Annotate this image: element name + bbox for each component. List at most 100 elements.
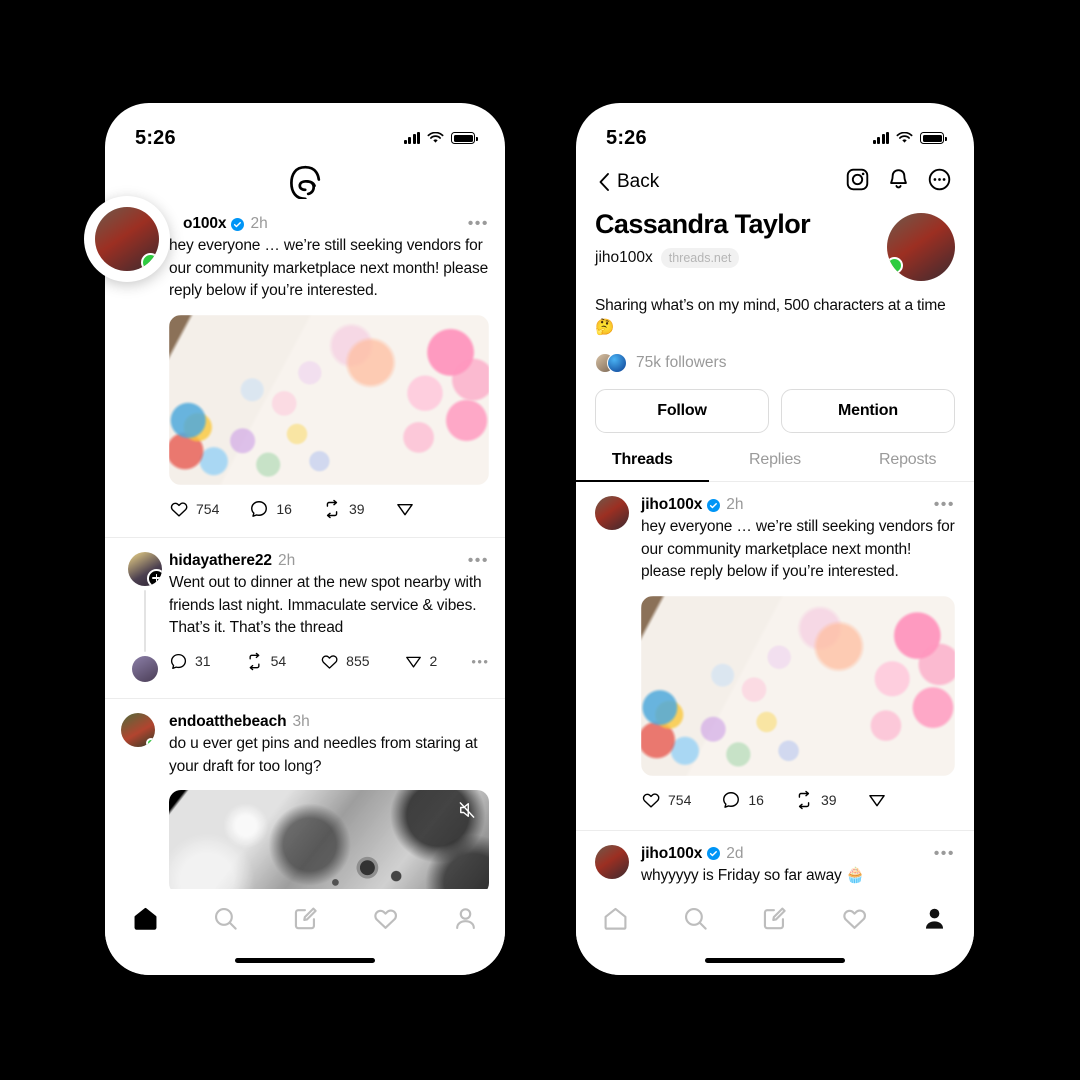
profile-icon — [455, 908, 475, 930]
post-media-image[interactable] — [641, 595, 955, 776]
profile-bio: Sharing what’s on my mind, 500 character… — [595, 297, 946, 336]
tab-home[interactable] — [602, 905, 629, 937]
followers-row[interactable]: 75k followers — [576, 339, 974, 389]
more-options-icon[interactable]: ••• — [468, 552, 489, 569]
tab-threads[interactable]: Threads — [576, 451, 709, 482]
comment-button[interactable]: 31 — [169, 652, 211, 671]
repost-button[interactable]: 54 — [245, 652, 287, 671]
avatar[interactable] — [95, 207, 159, 271]
tab-profile[interactable] — [921, 905, 948, 937]
profile-action-buttons: Follow Mention — [576, 389, 974, 433]
status-time: 5:26 — [606, 126, 647, 149]
tab-activity[interactable] — [372, 905, 399, 937]
notifications-button[interactable] — [886, 167, 911, 197]
tab-activity[interactable] — [841, 905, 868, 937]
follow-plus-icon[interactable] — [147, 568, 162, 586]
heart-icon — [843, 909, 867, 929]
avatar[interactable] — [595, 844, 629, 879]
screenshot-stage: 5:26 o100x 2h ••• hey everyone … we’re s… — [0, 0, 1080, 1080]
feed-post-1[interactable]: o100x 2h ••• hey everyone … we’re still … — [121, 211, 489, 529]
post-timestamp: 2h — [250, 215, 268, 232]
post-timestamp: 2h — [726, 496, 744, 513]
tab-reposts[interactable]: Reposts — [841, 451, 974, 481]
verified-badge-icon — [231, 217, 245, 231]
comment-count: 16 — [276, 500, 292, 517]
profile-post-1[interactable]: jiho100x 2h ••• hey everyone … we’re sti… — [595, 482, 955, 820]
profile-handle: jiho100x — [595, 249, 653, 266]
share-button[interactable]: 2 — [404, 652, 437, 671]
post-media-image[interactable] — [169, 314, 489, 485]
heart-icon — [373, 909, 397, 929]
tab-profile[interactable] — [452, 905, 479, 937]
muted-speaker-icon[interactable] — [457, 800, 477, 820]
profile-post-2[interactable]: jiho100x 2d ••• whyyyyy is Friday so far… — [595, 831, 955, 898]
tab-search[interactable] — [682, 905, 709, 937]
post-media-video[interactable] — [169, 790, 489, 896]
follow-button[interactable]: Follow — [595, 389, 769, 433]
feed-list: o100x 2h ••• hey everyone … we’re still … — [105, 211, 505, 905]
post-timestamp: 2d — [726, 844, 744, 862]
share-button[interactable] — [867, 790, 887, 810]
profile-icon — [925, 908, 943, 929]
tab-compose[interactable] — [292, 905, 319, 937]
like-button[interactable]: 754 — [169, 499, 219, 519]
avatar[interactable] — [595, 496, 629, 530]
repost-button[interactable]: 39 — [322, 499, 365, 519]
wifi-icon — [427, 132, 444, 143]
repost-count: 39 — [348, 500, 365, 517]
profile-handle-row: jiho100x threads.net — [595, 248, 887, 268]
comment-button[interactable]: 16 — [721, 790, 764, 810]
avatar[interactable] — [128, 551, 162, 586]
post-username[interactable]: endoatthebeach — [169, 713, 287, 731]
floating-avatar-bubble[interactable] — [84, 196, 170, 282]
more-options-icon[interactable]: ••• — [934, 497, 955, 513]
status-indicators — [403, 132, 478, 144]
post-timestamp: 2h — [277, 551, 296, 569]
avatar — [607, 353, 627, 373]
share-icon — [868, 794, 885, 807]
more-options-icon[interactable]: ••• — [934, 845, 955, 862]
search-icon — [684, 907, 707, 930]
online-status-dot — [145, 737, 155, 747]
comment-button[interactable]: 16 — [249, 499, 292, 519]
battery-icon — [451, 132, 478, 144]
cellular-signal-icon — [872, 132, 889, 144]
like-button[interactable]: 754 — [641, 790, 691, 810]
like-button[interactable]: 855 — [320, 652, 370, 671]
post-username[interactable]: hidayathere22 — [169, 552, 272, 570]
avatar[interactable] — [121, 712, 155, 747]
share-button[interactable] — [395, 499, 415, 519]
profile-avatar[interactable] — [887, 213, 955, 281]
chevron-left-icon — [599, 173, 609, 191]
home-icon — [134, 907, 156, 930]
more-options-icon[interactable]: ••• — [468, 216, 489, 232]
post-username[interactable]: jiho100x — [641, 845, 702, 863]
heart-icon — [642, 793, 660, 808]
share-icon — [396, 503, 413, 516]
more-options-button[interactable] — [927, 167, 952, 197]
post-username[interactable]: jiho100x — [641, 496, 702, 514]
followers-count: 75k followers — [636, 354, 727, 371]
back-button[interactable]: Back — [598, 171, 659, 193]
post-text: whyyyyy is Friday so far away 🧁 — [641, 866, 865, 884]
verified-badge-icon — [707, 498, 721, 512]
instagram-button[interactable] — [845, 167, 870, 197]
feed-post-3[interactable]: endoatthebeach 3h do u ever get pins and… — [121, 699, 489, 905]
more-circle-icon — [928, 168, 951, 191]
tab-search[interactable] — [212, 905, 239, 937]
repost-button[interactable]: 39 — [794, 790, 837, 810]
bottom-tab-bar — [105, 889, 505, 975]
tab-home[interactable] — [132, 905, 159, 937]
feed-post-2[interactable]: hidayathere22 2h ••• Went out to dinner … — [121, 538, 489, 692]
post-username[interactable]: o100x — [183, 215, 227, 233]
post-text: hey everyone … we’re still seeking vendo… — [169, 237, 489, 300]
status-indicators — [872, 132, 947, 144]
more-options-icon[interactable]: ••• — [471, 655, 489, 668]
mention-button[interactable]: Mention — [781, 389, 955, 433]
repost-count: 54 — [270, 653, 287, 670]
bottom-tab-bar — [576, 889, 974, 975]
phone-right-profile: 5:26 Back Cassandra Taylor jiho100x thre… — [576, 103, 974, 975]
tab-replies[interactable]: Replies — [709, 451, 842, 481]
tab-compose[interactable] — [761, 905, 788, 937]
comment-icon — [170, 653, 187, 669]
